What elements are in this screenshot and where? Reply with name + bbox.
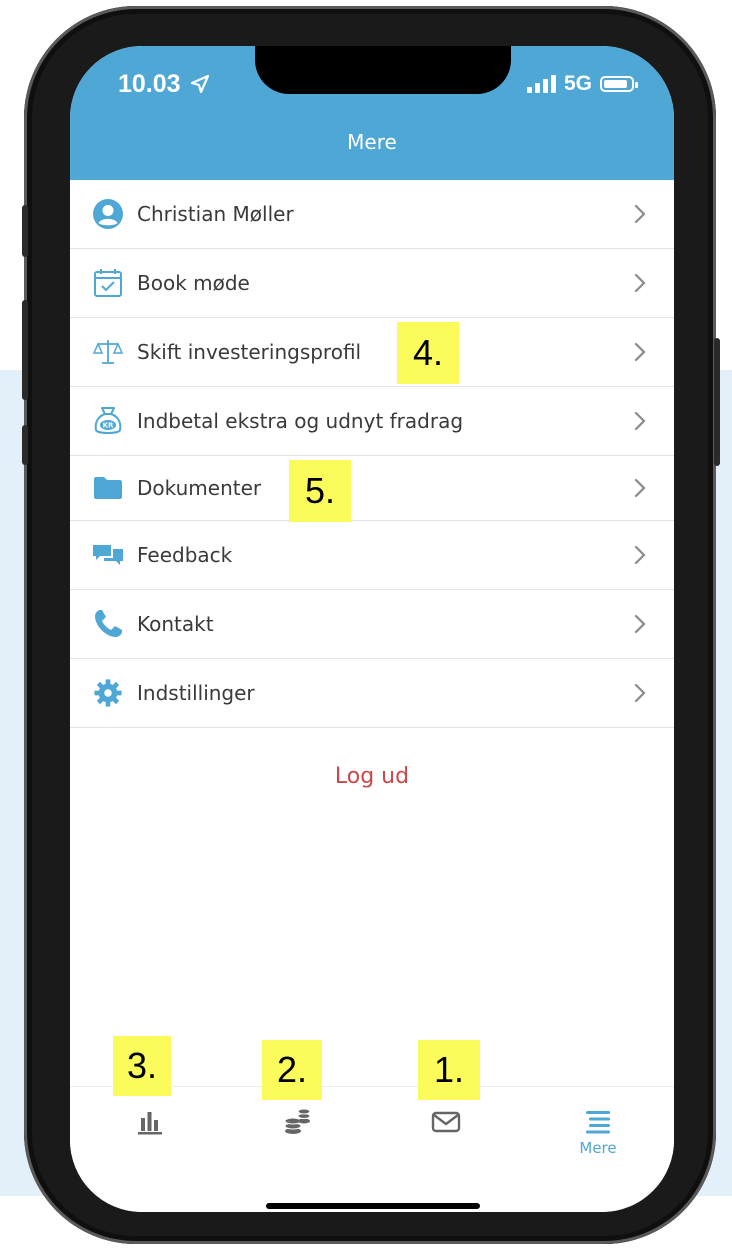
menu-item-documents[interactable]: Dokumenter: [70, 456, 674, 521]
status-time-text: 10.03: [118, 70, 181, 98]
menu-item-label: Kontakt: [137, 612, 214, 636]
notch: [255, 46, 511, 94]
home-indicator: [266, 1203, 480, 1209]
menu-item-label: Feedback: [137, 543, 233, 567]
chevron-right-icon: [634, 342, 646, 362]
menu-item-label: Indstillinger: [137, 681, 255, 705]
power-button: [714, 338, 720, 466]
balance-scale-icon: [92, 336, 124, 368]
menu-item-profile[interactable]: Christian Møller: [70, 180, 674, 249]
tab-payments[interactable]: [258, 1107, 338, 1167]
signal-strength-icon: [526, 75, 556, 93]
menu-item-book-meeting[interactable]: Book møde: [70, 249, 674, 318]
bar-chart-icon: [138, 1112, 162, 1135]
page-title: Mere: [347, 130, 397, 154]
chevron-right-icon: [634, 411, 646, 431]
annotation-label-1: 1.: [418, 1040, 480, 1100]
envelope-icon: [431, 1111, 461, 1133]
menu-item-label: Dokumenter: [137, 476, 262, 500]
tab-messages[interactable]: [406, 1107, 486, 1167]
chevron-right-icon: [634, 614, 646, 634]
tab-more[interactable]: Mere: [558, 1107, 638, 1167]
svg-text:KR: KR: [103, 422, 114, 430]
annotation-label-3: 3.: [113, 1036, 171, 1096]
folder-icon: [92, 472, 124, 504]
status-time: 10.03: [118, 70, 210, 99]
volume-up-button: [22, 300, 28, 400]
menu-list-icon: [586, 1111, 610, 1134]
chevron-right-icon: [634, 545, 646, 565]
annotation-label-2: 2.: [262, 1040, 322, 1100]
mute-switch: [22, 205, 28, 257]
phone-icon: [92, 608, 124, 640]
tab-overview[interactable]: [110, 1107, 190, 1167]
status-indicators: 5G: [526, 72, 638, 96]
calendar-check-icon: [92, 267, 124, 299]
volume-down-button: [22, 425, 28, 465]
chevron-right-icon: [634, 683, 646, 703]
menu-item-label: Indbetal ekstra og udnyt fradrag: [137, 409, 464, 433]
coins-icon: [284, 1108, 311, 1134]
app-header: 10.03 5G Mere: [70, 46, 674, 180]
menu-item-settings[interactable]: Indstillinger: [70, 659, 674, 728]
menu-item-extra-payment[interactable]: KR Indbetal ekstra og udnyt fradrag: [70, 387, 674, 456]
menu-item-investment-profile[interactable]: Skift investeringsprofil: [70, 318, 674, 387]
battery-icon: [600, 76, 638, 92]
user-avatar-icon: [92, 198, 124, 230]
money-bag-kr-icon: KR: [92, 405, 124, 437]
bottom-tab-bar: Mere: [70, 1086, 674, 1212]
tab-more-label: Mere: [579, 1139, 617, 1157]
network-label: 5G: [563, 72, 592, 95]
annotation-label-4: 4.: [397, 322, 459, 384]
menu-item-feedback[interactable]: Feedback: [70, 521, 674, 590]
menu-item-label: Skift investeringsprofil: [137, 340, 362, 364]
logout-button[interactable]: Log ud: [70, 764, 674, 789]
menu-item-contact[interactable]: Kontakt: [70, 590, 674, 659]
menu-item-label: Book møde: [137, 271, 250, 295]
annotation-label-5: 5.: [289, 460, 351, 522]
location-arrow-icon: [190, 74, 209, 94]
chevron-right-icon: [634, 478, 646, 498]
chat-bubbles-icon: [92, 539, 124, 571]
more-menu-list: Christian Møller Book møde Skift investe…: [70, 180, 674, 728]
chevron-right-icon: [634, 204, 646, 224]
menu-item-label: Christian Møller: [137, 202, 294, 226]
gear-icon: [92, 677, 124, 709]
chevron-right-icon: [634, 273, 646, 293]
